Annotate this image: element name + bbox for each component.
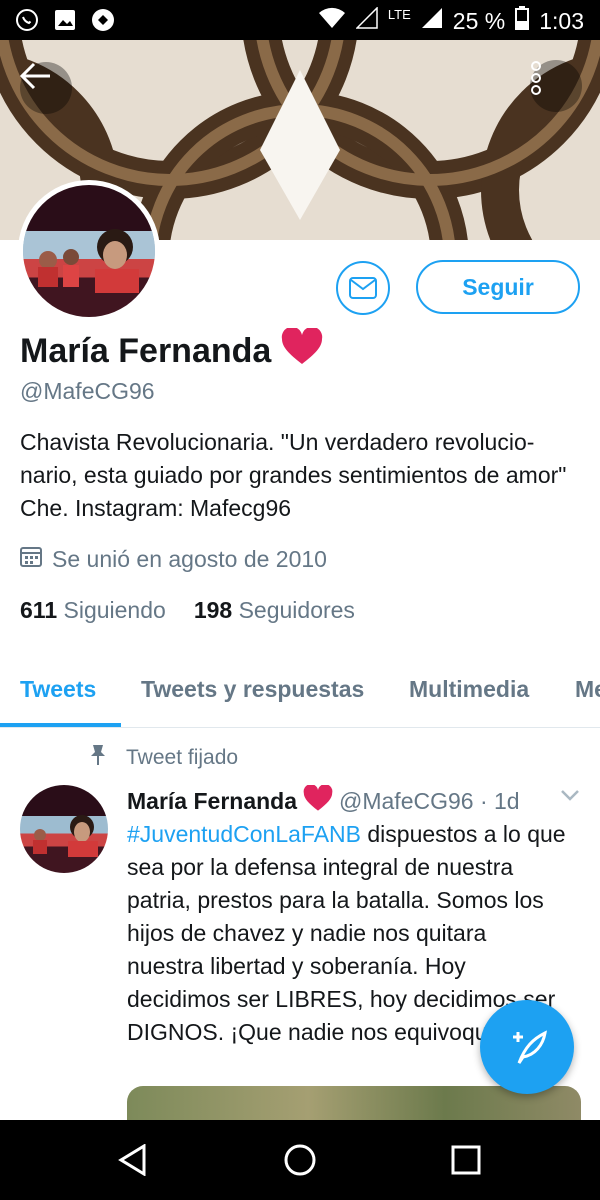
tweet-hashtag[interactable]: #JuventudConLaFANB	[127, 821, 361, 847]
joined-date: Se unió en agosto de 2010	[20, 545, 327, 573]
followers-stat[interactable]: 198 Seguidores	[194, 597, 355, 624]
battery-percent: 25 %	[452, 7, 506, 34]
tweet-heart-icon	[303, 784, 333, 818]
triangle-back-icon	[118, 1144, 146, 1176]
tweet-menu-button[interactable]	[560, 788, 580, 806]
heart-icon	[281, 326, 323, 375]
tweet-avatar[interactable]	[20, 785, 108, 873]
mail-icon	[349, 277, 377, 299]
profile-bio: Chavista Revolucionaria. "Un verdadero r…	[20, 429, 567, 521]
clock: 1:03	[539, 7, 584, 34]
joined-text: Se unió en agosto de 2010	[52, 545, 327, 572]
tweet-meta: @MafeCG96 · 1d	[339, 788, 520, 814]
nav-home-button[interactable]	[280, 1140, 320, 1180]
whatsapp-icon	[14, 7, 40, 33]
circle-home-icon	[284, 1144, 316, 1176]
profile-avatar[interactable]	[18, 180, 160, 322]
following-stat[interactable]: 611 Siguiendo	[20, 597, 166, 624]
compose-feather-icon	[513, 1030, 547, 1064]
back-button[interactable]	[20, 62, 72, 114]
profile-name: María Fernanda	[20, 326, 323, 375]
follow-stats: 611 Siguiendo 198 Seguidores	[20, 597, 355, 624]
follow-button[interactable]: Seguir	[416, 260, 580, 314]
message-button[interactable]	[336, 261, 390, 315]
tab-tweets-replies[interactable]: Tweets y respuestas	[141, 676, 364, 703]
wifi-icon	[318, 7, 346, 35]
system-nav-bar	[0, 1120, 600, 1200]
battery-icon	[515, 6, 530, 36]
profile-tabs: Tweets Tweets y respuestas Multimedia Me	[0, 660, 600, 728]
tab-media[interactable]: Multimedia	[409, 676, 529, 703]
compose-tweet-button[interactable]	[480, 1000, 574, 1094]
followers-count: 198	[193, 597, 233, 623]
following-count: 611	[20, 597, 58, 623]
square-recents-icon	[451, 1145, 481, 1175]
pinned-label: Tweet fijado	[88, 744, 238, 772]
more-options-button[interactable]	[530, 60, 582, 112]
tweet-header: María Fernanda @MafeCG96 · 1d	[127, 784, 520, 818]
chevron-down-icon	[561, 790, 579, 801]
app-icon	[90, 7, 116, 33]
signal-empty-icon	[355, 6, 378, 35]
tab-tweets[interactable]: Tweets	[20, 676, 96, 703]
nav-recents-button[interactable]	[446, 1140, 486, 1180]
tweet-author-name[interactable]: María Fernanda	[127, 788, 297, 815]
signal-icon	[421, 7, 443, 35]
tab-likes[interactable]: Me	[575, 676, 600, 703]
calendar-icon	[20, 545, 42, 573]
nav-back-button[interactable]	[113, 1140, 153, 1180]
active-tab-indicator	[0, 723, 121, 727]
image-icon	[52, 7, 78, 33]
tweet-avatar-photo	[33, 815, 98, 857]
more-vertical-icon	[531, 61, 541, 95]
avatar-photo	[23, 229, 155, 293]
status-bar: LTE 25 % 1:03	[0, 0, 600, 40]
following-label: Siguiendo	[63, 597, 166, 623]
network-type: LTE	[387, 6, 411, 22]
arrow-left-icon	[20, 62, 50, 90]
followers-label: Seguidores	[238, 597, 355, 623]
pinned-label-text: Tweet fijado	[126, 746, 239, 769]
profile-handle: @MafeCG96	[20, 378, 155, 404]
profile-name-text: María Fernanda	[20, 332, 272, 370]
pin-icon	[88, 744, 108, 772]
